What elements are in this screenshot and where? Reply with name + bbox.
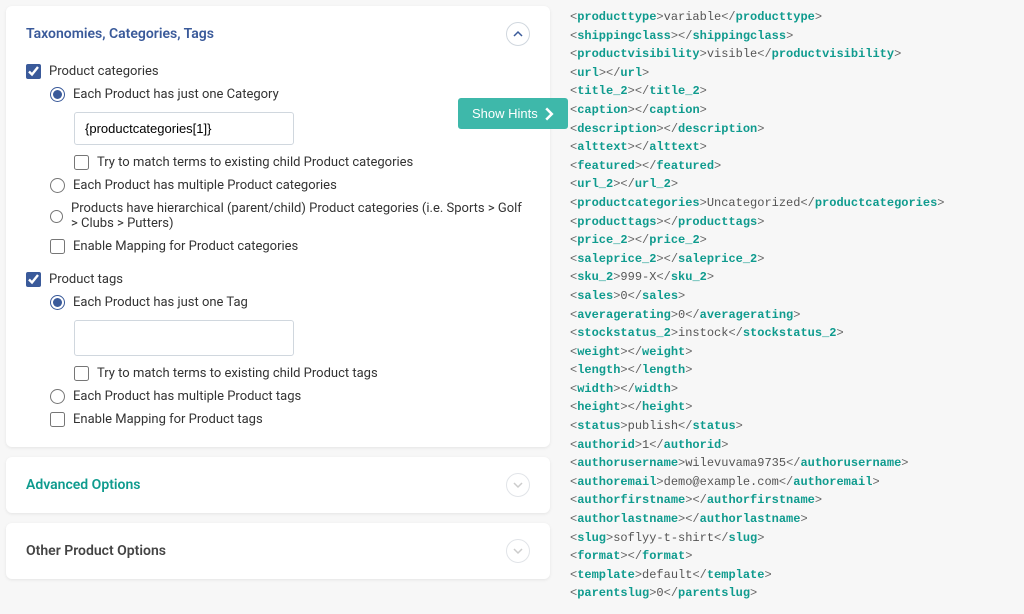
left-panel: Taxonomies, Categories, Tags Product cat…: [0, 0, 556, 614]
xml-line: <authorusername>wilevuvama9735</authorus…: [570, 454, 1010, 473]
xml-line: <status>publish</status>: [570, 417, 1010, 436]
taxonomies-card: Taxonomies, Categories, Tags Product cat…: [6, 6, 550, 447]
pt-match-child-row: Try to match terms to existing child Pro…: [26, 362, 530, 385]
other-product-options-title: Other Product Options: [26, 543, 166, 559]
xml-line: <productvisibility>visible</productvisib…: [570, 45, 1010, 64]
pc-value-input[interactable]: [74, 112, 294, 145]
product-categories-label: Product categories: [49, 64, 159, 79]
show-hints-button[interactable]: Show Hints: [458, 98, 568, 129]
xml-line: <averagerating>0</averagerating>: [570, 306, 1010, 325]
pc-multiple-row: Each Product has multiple Product catego…: [26, 174, 530, 197]
pt-multiple-row: Each Product has multiple Product tags: [26, 385, 530, 408]
xml-preview-panel: <producttype>variable</producttype><ship…: [556, 0, 1024, 614]
pt-multiple-radio[interactable]: [50, 389, 65, 404]
product-categories-checkbox[interactable]: [26, 64, 41, 79]
pc-multiple-label: Each Product has multiple Product catego…: [73, 178, 337, 193]
product-tags-label: Product tags: [49, 272, 123, 287]
product-tags-row: Product tags: [26, 268, 530, 291]
pc-one-radio[interactable]: [50, 87, 65, 102]
xml-line: <authorfirstname></authorfirstname>: [570, 491, 1010, 510]
xml-line: <productcategories>Uncategorized</produc…: [570, 194, 1010, 213]
xml-line: <shippingclass></shippingclass>: [570, 27, 1010, 46]
advanced-options-header[interactable]: Advanced Options: [26, 473, 530, 497]
pc-mapping-checkbox[interactable]: [50, 239, 65, 254]
xml-line: <width></width>: [570, 380, 1010, 399]
xml-line: <authorid>1</authorid>: [570, 436, 1010, 455]
xml-line: <height></height>: [570, 398, 1010, 417]
xml-line: <producttags></producttags>: [570, 213, 1010, 232]
pc-match-child-row: Try to match terms to existing child Pro…: [26, 151, 530, 174]
xml-line: <template>default</template>: [570, 566, 1010, 585]
xml-line: <featured></featured>: [570, 157, 1010, 176]
other-product-options-card: Other Product Options: [6, 523, 550, 579]
collapse-button[interactable]: [506, 22, 530, 46]
other-product-options-header[interactable]: Other Product Options: [26, 539, 530, 563]
chevron-down-icon: [513, 480, 523, 490]
xml-line: <parentslug>0</parentslug>: [570, 584, 1010, 603]
chevron-up-icon: [513, 29, 523, 39]
pt-one-radio[interactable]: [50, 295, 65, 310]
pc-multiple-radio[interactable]: [50, 178, 65, 193]
pt-one-label: Each Product has just one Tag: [73, 295, 248, 310]
pt-one-row: Each Product has just one Tag: [26, 291, 530, 314]
xml-line: <title_2></title_2>: [570, 82, 1010, 101]
xml-line: <alttext></alttext>: [570, 138, 1010, 157]
pc-hierarchical-label: Products have hierarchical (parent/child…: [71, 201, 530, 231]
pc-hierarchical-radio[interactable]: [50, 209, 63, 224]
xml-line: <price_2></price_2>: [570, 231, 1010, 250]
advanced-options-card: Advanced Options: [6, 457, 550, 513]
chevron-right-icon: [542, 107, 556, 121]
taxonomies-header[interactable]: Taxonomies, Categories, Tags: [26, 22, 530, 46]
xml-line: <producttype>variable</producttype>: [570, 8, 1010, 27]
xml-line: <caption></caption>: [570, 101, 1010, 120]
xml-line: <slug>soflyy-t-shirt</slug>: [570, 529, 1010, 548]
show-hints-label: Show Hints: [472, 106, 538, 121]
pc-one-label: Each Product has just one Category: [73, 87, 279, 102]
xml-line: <description></description>: [570, 120, 1010, 139]
pt-match-child-label: Try to match terms to existing child Pro…: [97, 366, 378, 381]
xml-line: <authorlastname></authorlastname>: [570, 510, 1010, 529]
advanced-options-title: Advanced Options: [26, 477, 140, 493]
pc-mapping-row: Enable Mapping for Product categories: [26, 235, 530, 258]
pc-hierarchical-row: Products have hierarchical (parent/child…: [26, 197, 530, 235]
taxonomies-body: Product categories Each Product has just…: [26, 60, 530, 431]
pt-multiple-label: Each Product has multiple Product tags: [73, 389, 301, 404]
xml-line: <url_2></url_2>: [570, 175, 1010, 194]
pt-match-child-checkbox[interactable]: [74, 366, 89, 381]
taxonomies-title: Taxonomies, Categories, Tags: [26, 26, 214, 42]
xml-line: <url></url>: [570, 64, 1010, 83]
pc-mapping-label: Enable Mapping for Product categories: [73, 239, 298, 254]
product-tags-checkbox[interactable]: [26, 272, 41, 287]
pc-match-child-label: Try to match terms to existing child Pro…: [97, 155, 413, 170]
xml-line: <sales>0</sales>: [570, 287, 1010, 306]
xml-line: <weight></weight>: [570, 343, 1010, 362]
pc-one-row: Each Product has just one Category: [26, 83, 530, 106]
product-categories-row: Product categories: [26, 60, 530, 83]
xml-line: <authoremail>demo@example.com</authorema…: [570, 473, 1010, 492]
xml-line: <sku_2>999-X</sku_2>: [570, 268, 1010, 287]
xml-line: <stockstatus_2>instock</stockstatus_2>: [570, 324, 1010, 343]
pt-mapping-checkbox[interactable]: [50, 412, 65, 427]
other-product-options-toggle[interactable]: [506, 539, 530, 563]
xml-line: <format></format>: [570, 547, 1010, 566]
pc-match-child-checkbox[interactable]: [74, 155, 89, 170]
pt-mapping-label: Enable Mapping for Product tags: [73, 412, 263, 427]
xml-line: <saleprice_2></saleprice_2>: [570, 250, 1010, 269]
xml-line: <length></length>: [570, 361, 1010, 380]
advanced-options-toggle[interactable]: [506, 473, 530, 497]
pt-value-input[interactable]: [74, 320, 294, 356]
pt-mapping-row: Enable Mapping for Product tags: [26, 408, 530, 431]
chevron-down-icon: [513, 546, 523, 556]
